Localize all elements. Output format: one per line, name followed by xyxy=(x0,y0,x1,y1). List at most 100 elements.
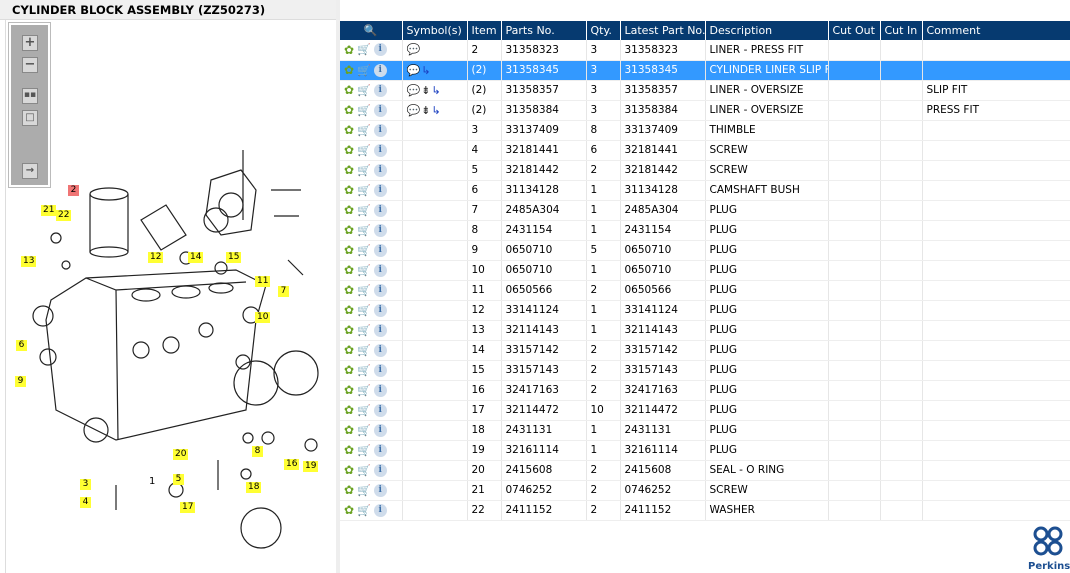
gear-icon[interactable]: ✿ xyxy=(344,463,354,477)
callout-6[interactable]: 6 xyxy=(16,340,27,351)
cart-icon[interactable]: 🛒 xyxy=(357,364,371,377)
info-icon[interactable]: i xyxy=(373,323,387,337)
interchange-icon[interactable]: ↳ xyxy=(431,84,440,97)
table-row[interactable]: ✿ 🛒 i 22 2411152 2 2411152 WASHER xyxy=(340,500,1070,521)
callout-19[interactable]: 19 xyxy=(303,461,319,472)
info-icon[interactable]: i xyxy=(373,123,387,137)
cart-icon[interactable]: 🛒 xyxy=(357,484,371,497)
gear-icon[interactable]: ✿ xyxy=(344,423,354,437)
callout-13[interactable]: 13 xyxy=(21,256,37,267)
info-icon[interactable]: i xyxy=(373,283,387,297)
cart-icon[interactable]: 🛒 xyxy=(357,384,371,397)
info-icon[interactable]: i xyxy=(373,443,387,457)
gear-icon[interactable]: ✿ xyxy=(344,223,354,237)
callout-17[interactable]: 17 xyxy=(180,502,196,513)
gear-icon[interactable]: ✿ xyxy=(344,343,354,357)
note-icon[interactable]: 💬 xyxy=(407,104,421,117)
callout-22[interactable]: 22 xyxy=(56,210,72,221)
callout-16[interactable]: 16 xyxy=(284,459,300,470)
column-header[interactable]: Cut In xyxy=(880,21,923,40)
table-row[interactable]: ✿ 🛒 i 4 32181441 6 32181441 SCREW xyxy=(340,140,1070,161)
info-icon[interactable]: i xyxy=(373,83,387,97)
cart-icon[interactable]: 🛒 xyxy=(357,124,371,137)
gear-icon[interactable]: ✿ xyxy=(344,143,354,157)
table-row[interactable]: ✿ 🛒 i 💬⇟↳ (2) 31358384 3 31358384 LINER - OVERSI… xyxy=(340,100,1070,121)
info-icon[interactable]: i xyxy=(373,163,387,177)
cart-icon[interactable]: 🛒 xyxy=(357,444,371,457)
column-header[interactable]: Item xyxy=(467,21,502,40)
info-icon[interactable]: i xyxy=(373,403,387,417)
callout-3[interactable]: 3 xyxy=(80,479,91,490)
table-row[interactable]: ✿ 🛒 i 💬⇟↳ (2) 31358357 3 31358357 LINER - OVERSI… xyxy=(340,80,1070,101)
column-header[interactable]: Symbol(s) xyxy=(402,21,468,40)
actual-size-icon[interactable]: □ xyxy=(22,110,38,126)
table-row[interactable]: ✿ 🛒 i 13 32114143 1 32114143 PLUG xyxy=(340,320,1070,341)
gear-icon[interactable]: ✿ xyxy=(344,383,354,397)
gear-icon[interactable]: ✿ xyxy=(344,203,354,217)
gear-icon[interactable]: ✿ xyxy=(344,183,354,197)
table-row[interactable]: ✿ 🛒 i 19 32161114 1 32161114 PLUG xyxy=(340,440,1070,461)
info-icon[interactable]: i xyxy=(373,203,387,217)
gear-icon[interactable]: ✿ xyxy=(344,503,354,517)
info-icon[interactable]: i xyxy=(373,383,387,397)
cart-icon[interactable]: 🛒 xyxy=(357,144,371,157)
info-icon[interactable]: i xyxy=(373,303,387,317)
table-row[interactable]: ✿ 🛒 i 9 0650710 5 0650710 PLUG xyxy=(340,240,1070,261)
gear-icon[interactable]: ✿ xyxy=(344,363,354,377)
table-row[interactable]: ✿ 🛒 i 18 2431131 1 2431131 PLUG xyxy=(340,420,1070,441)
table-row[interactable]: ✿ 🛒 i 💬↳ (2) 31358345 3 31358345 CYLINDER LINER … xyxy=(340,60,1070,81)
cart-icon[interactable]: 🛒 xyxy=(357,464,371,477)
gear-icon[interactable]: ✿ xyxy=(344,483,354,497)
cart-icon[interactable]: 🛒 xyxy=(357,184,371,197)
info-icon[interactable]: i xyxy=(373,363,387,377)
cart-icon[interactable]: 🛒 xyxy=(357,43,371,56)
interchange-icon[interactable]: ↳ xyxy=(421,64,430,77)
table-row[interactable]: ✿ 🛒 i 11 0650566 2 0650566 PLUG xyxy=(340,280,1070,301)
gear-icon[interactable]: ✿ xyxy=(344,303,354,317)
cart-icon[interactable]: 🛒 xyxy=(357,344,371,357)
info-icon[interactable]: i xyxy=(373,463,387,477)
table-row[interactable]: ✿ 🛒 i 3 33137409 8 33137409 THIMBLE xyxy=(340,120,1070,141)
callout-9[interactable]: 9 xyxy=(15,376,26,387)
table-row[interactable]: ✿ 🛒 i 14 33157142 2 33157142 PLUG xyxy=(340,340,1070,361)
column-header[interactable]: Latest Part No. xyxy=(620,21,706,40)
cart-icon[interactable]: 🛒 xyxy=(357,264,371,277)
search-icon[interactable]: 🔍 xyxy=(364,24,378,37)
cart-icon[interactable]: 🛒 xyxy=(357,104,371,117)
interchange-icon[interactable]: ↳ xyxy=(431,104,440,117)
column-header[interactable]: Parts No. xyxy=(501,21,587,40)
table-row[interactable]: ✿ 🛒 i 6 31134128 1 31134128 CAMSHAFT BUSH xyxy=(340,180,1070,201)
cart-icon[interactable]: 🛒 xyxy=(357,164,371,177)
info-icon[interactable]: i xyxy=(373,483,387,497)
table-row[interactable]: ✿ 🛒 i 16 32417163 2 32417163 PLUG xyxy=(340,380,1070,401)
callout-18[interactable]: 18 xyxy=(246,482,262,493)
table-row[interactable]: ✿ 🛒 i 7 2485A304 1 2485A304 PLUG xyxy=(340,200,1070,221)
callout-10[interactable]: 10 xyxy=(255,312,271,323)
table-row[interactable]: ✿ 🛒 i 17 32114472 10 32114472 PLUG xyxy=(340,400,1070,421)
gear-icon[interactable]: ✿ xyxy=(344,323,354,337)
table-row[interactable]: ✿ 🛒 i 💬 2 31358323 3 31358323 LINER - PRESS FIT xyxy=(340,40,1070,61)
info-icon[interactable]: i xyxy=(373,223,387,237)
column-header[interactable]: Qty. xyxy=(586,21,621,40)
callout-4[interactable]: 4 xyxy=(80,497,91,508)
callout-20[interactable]: 20 xyxy=(173,449,189,460)
gear-icon[interactable]: ✿ xyxy=(344,443,354,457)
info-icon[interactable]: i xyxy=(373,103,387,117)
table-row[interactable]: ✿ 🛒 i 12 33141124 1 33141124 PLUG xyxy=(340,300,1070,321)
callout-2[interactable]: 2 xyxy=(68,185,79,196)
column-header[interactable]: Comment xyxy=(922,21,1070,40)
gear-icon[interactable]: ✿ xyxy=(344,43,354,57)
export-icon[interactable]: → xyxy=(22,163,38,179)
cut-icon[interactable]: ⇟ xyxy=(421,104,430,117)
info-icon[interactable]: i xyxy=(373,263,387,277)
cart-icon[interactable]: 🛒 xyxy=(357,204,371,217)
cut-icon[interactable]: ⇟ xyxy=(421,84,430,97)
cart-icon[interactable]: 🛒 xyxy=(357,304,371,317)
callout-14[interactable]: 14 xyxy=(188,252,204,263)
note-icon[interactable]: 💬 xyxy=(407,84,421,97)
note-icon[interactable]: 💬 xyxy=(407,43,421,56)
info-icon[interactable]: i xyxy=(373,343,387,357)
info-icon[interactable]: i xyxy=(373,143,387,157)
gear-icon[interactable]: ✿ xyxy=(344,403,354,417)
cart-icon[interactable]: 🛒 xyxy=(357,64,371,77)
